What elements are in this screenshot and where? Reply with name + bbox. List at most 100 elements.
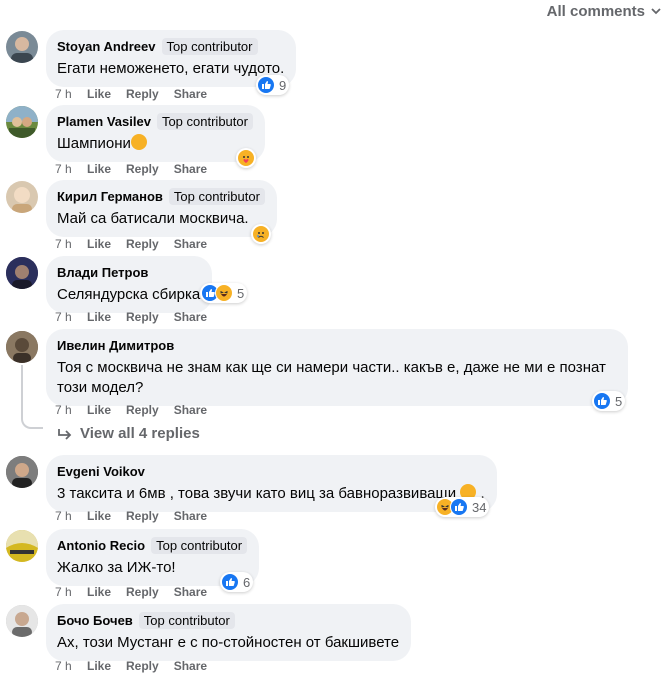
comment-bubble: Plamen Vasilev Top contributor Шампиони <box>46 105 265 162</box>
reply-button[interactable]: Reply <box>126 310 159 324</box>
reaction-summary[interactable]: 6 <box>220 572 254 592</box>
comment-actions: 7 h Like Reply Share <box>55 402 222 418</box>
reply-button[interactable]: Reply <box>126 162 159 176</box>
reply-button[interactable]: Reply <box>126 403 159 417</box>
comment-actions: 7 h Like Reply Share <box>55 236 222 252</box>
reaction-count: 6 <box>243 574 251 590</box>
comment-timestamp[interactable]: 7 h <box>55 162 87 176</box>
like-button[interactable]: Like <box>87 87 111 101</box>
comment-author[interactable]: Влади Петров <box>57 265 148 280</box>
comment-author[interactable]: Evgeni Voikov <box>57 464 145 479</box>
top-contributor-badge: Top contributor <box>156 112 253 130</box>
like-icon <box>450 498 468 516</box>
comment-bubble: Ивелин Димитров Тоя с москвича не знам к… <box>46 329 628 406</box>
comment-text-row: 3 таксита и 6мв , това звучи като виц за… <box>57 484 485 502</box>
view-replies-button[interactable]: View all 4 replies <box>58 425 200 442</box>
reaction-summary[interactable]: 5 <box>592 391 626 411</box>
share-button[interactable]: Share <box>174 509 207 523</box>
comment-author[interactable]: Stoyan Andreev <box>57 39 156 54</box>
chevron-down-icon <box>651 8 661 15</box>
comment-text: Селяндурска сбирка <box>57 286 201 303</box>
comment-text: Май са батисали москвича. <box>57 210 249 227</box>
reaction-count: 34 <box>472 499 487 515</box>
comment-text: Тоя с москвича не знам как ще си намери … <box>57 359 606 396</box>
avatar[interactable] <box>6 181 38 213</box>
like-button[interactable]: Like <box>87 310 111 324</box>
comment-timestamp[interactable]: 7 h <box>55 237 87 251</box>
like-button[interactable]: Like <box>87 659 111 673</box>
rolling-eyes-emoji-icon <box>130 134 147 150</box>
reply-button[interactable]: Reply <box>126 87 159 101</box>
comment-author[interactable]: Plamen Vasilev <box>57 114 151 129</box>
reaction-summary[interactable] <box>251 224 271 244</box>
haha-icon <box>215 284 233 302</box>
comment-text: Егати неможенето, егати чудото. <box>57 60 285 77</box>
like-icon <box>593 392 611 410</box>
avatar[interactable] <box>6 31 38 63</box>
like-button[interactable]: Like <box>87 403 111 417</box>
share-button[interactable]: Share <box>174 87 207 101</box>
comment-actions: 7 h Like Reply Share <box>55 584 222 600</box>
top-contributor-badge: Top contributor <box>168 187 265 205</box>
comment-actions: 7 h Like Reply Share <box>55 658 222 674</box>
comment-actions: 7 h Like Reply Share <box>55 161 222 177</box>
comment-timestamp[interactable]: 7 h <box>55 87 87 101</box>
care-icon <box>237 149 255 167</box>
share-button[interactable]: Share <box>174 237 207 251</box>
comment-text: 3 таксита и 6мв , това звучи като виц за… <box>57 485 457 502</box>
like-icon <box>221 573 239 591</box>
avatar[interactable] <box>6 257 38 289</box>
reaction-summary[interactable]: 9 <box>256 75 290 95</box>
comment-timestamp[interactable]: 7 h <box>55 509 87 523</box>
comment-timestamp[interactable]: 7 h <box>55 403 87 417</box>
share-button[interactable]: Share <box>174 310 207 324</box>
comment-text-row: Шампиони <box>57 134 253 154</box>
share-button[interactable]: Share <box>174 162 207 176</box>
reaction-count: 5 <box>237 285 245 301</box>
comment-bubble: Evgeni Voikov 3 таксита и 6мв , това зву… <box>46 455 497 512</box>
comment-author[interactable]: Antonio Recio <box>57 538 145 553</box>
comment-text: Шампиони <box>57 135 131 152</box>
reaction-summary[interactable]: 5 <box>200 283 248 303</box>
comment-text: Жалко за ИЖ-то! <box>57 559 176 576</box>
comment-actions: 7 h Like Reply Share <box>55 309 222 325</box>
avatar[interactable] <box>6 605 38 637</box>
comment-text: Ах, този Мустанг е с по-стойностен от ба… <box>57 634 400 651</box>
comment-timestamp[interactable]: 7 h <box>55 585 87 599</box>
share-button[interactable]: Share <box>174 585 207 599</box>
comment-sort-dropdown[interactable]: All comments <box>547 0 661 22</box>
share-button[interactable]: Share <box>174 659 207 673</box>
comment-bubble: Влади Петров Селяндурска сбирка <box>46 256 213 313</box>
avatar[interactable] <box>6 456 38 488</box>
reaction-count: 5 <box>615 393 623 409</box>
comment-author[interactable]: Кирил Германов <box>57 189 163 204</box>
sort-label: All comments <box>546 2 645 20</box>
comment-author[interactable]: Ивелин Димитров <box>57 338 174 353</box>
avatar[interactable] <box>6 331 38 363</box>
comment-author[interactable]: Бочо Бочев <box>57 613 133 628</box>
avatar[interactable] <box>6 106 38 138</box>
reaction-summary[interactable] <box>236 148 256 168</box>
reply-button[interactable]: Reply <box>126 585 159 599</box>
comment-actions: 7 h Like Reply Share <box>55 508 222 524</box>
top-contributor-badge: Top contributor <box>138 611 235 629</box>
like-button[interactable]: Like <box>87 509 111 523</box>
like-button[interactable]: Like <box>87 237 111 251</box>
share-button[interactable]: Share <box>174 403 207 417</box>
comment-timestamp[interactable]: 7 h <box>55 659 87 673</box>
comment-bubble: Кирил Германов Top contributor Май са ба… <box>46 180 277 237</box>
comment-bubble: Бочо Бочев Top contributor Ах, този Муст… <box>46 604 412 661</box>
comment-actions: 7 h Like Reply Share <box>55 86 222 102</box>
sad-icon <box>252 225 270 243</box>
comment-timestamp[interactable]: 7 h <box>55 310 87 324</box>
like-icon <box>257 76 275 94</box>
reaction-summary[interactable]: 34 <box>435 497 490 517</box>
view-replies-label: View all 4 replies <box>80 425 200 442</box>
like-button[interactable]: Like <box>87 585 111 599</box>
top-contributor-badge: Top contributor <box>161 37 258 55</box>
reply-button[interactable]: Reply <box>126 659 159 673</box>
reply-button[interactable]: Reply <box>126 237 159 251</box>
like-button[interactable]: Like <box>87 162 111 176</box>
reply-button[interactable]: Reply <box>126 509 159 523</box>
avatar[interactable] <box>6 530 38 562</box>
